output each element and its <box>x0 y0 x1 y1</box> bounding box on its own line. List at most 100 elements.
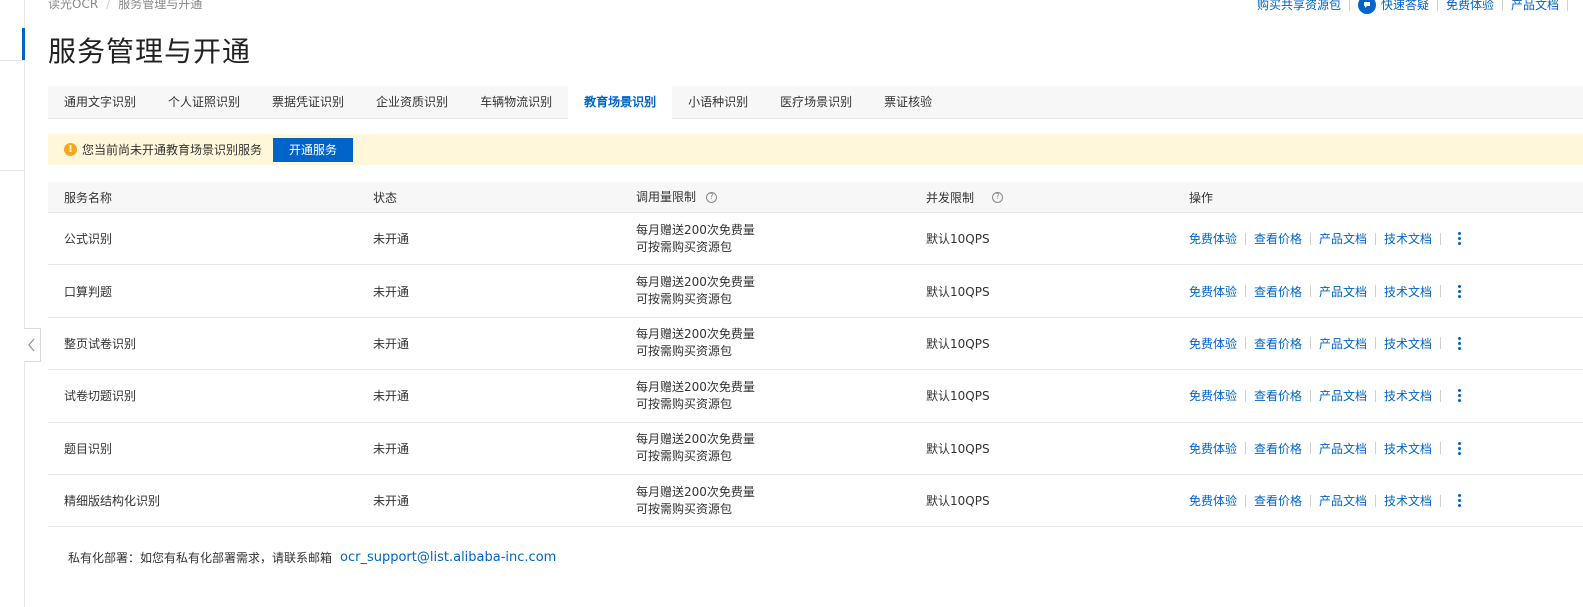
service-name: 口算判题 <box>64 284 113 299</box>
product-docs-link[interactable]: 产品文档 <box>1319 230 1367 247</box>
quick-qa-link[interactable]: 快速答疑 <box>1357 0 1429 14</box>
op-divider <box>1310 337 1312 350</box>
tab-verification[interactable]: 票证核验 <box>868 86 948 119</box>
tab-medical[interactable]: 医疗场景识别 <box>764 86 868 119</box>
free-trial-link[interactable]: 免费体验 <box>1189 283 1237 300</box>
op-divider <box>1440 494 1442 507</box>
op-divider <box>1375 285 1377 298</box>
open-service-button[interactable]: 开通服务 <box>273 137 354 162</box>
op-divider <box>1440 337 1442 350</box>
product-docs-link[interactable]: 产品文档 <box>1319 492 1367 509</box>
more-vertical-icon[interactable] <box>1456 492 1463 509</box>
operations-cell: 免费体验 查看价格 产品文档 技术文档 <box>1189 440 1463 457</box>
more-vertical-icon[interactable] <box>1456 440 1463 457</box>
sidebar-active-indicator <box>22 28 25 60</box>
free-trial-link[interactable]: 免费体验 <box>1189 387 1237 404</box>
product-docs-link[interactable]: 产品文档 <box>1319 335 1367 352</box>
free-trial-link[interactable]: 免费体验 <box>1189 492 1237 509</box>
service-status: 未开通 <box>373 494 410 509</box>
tech-docs-link[interactable]: 技术文档 <box>1384 440 1432 457</box>
quota-cell: 每月赠送200次免费量 可按需购买资源包 <box>636 484 755 518</box>
op-divider <box>1245 494 1247 507</box>
op-divider <box>1375 389 1377 402</box>
service-name: 精细版结构化识别 <box>64 494 161 509</box>
service-status: 未开通 <box>373 389 410 404</box>
free-trial-link[interactable]: 免费体验 <box>1189 440 1237 457</box>
concurrency-limit: 默认10QPS <box>926 232 990 247</box>
concurrency-limit: 默认10QPS <box>926 284 990 299</box>
tab-minor-language[interactable]: 小语种识别 <box>672 86 764 119</box>
sidebar-expand-button[interactable] <box>24 328 41 362</box>
header-quota: 调用量限制 ? <box>636 189 718 206</box>
op-divider <box>1440 232 1442 245</box>
op-divider <box>1245 389 1247 402</box>
service-status: 未开通 <box>373 441 410 456</box>
footer-text: 私有化部署：如您有私有化部署需求，请联系邮箱 <box>68 551 333 565</box>
view-price-link[interactable]: 查看价格 <box>1254 335 1302 352</box>
view-price-link[interactable]: 查看价格 <box>1254 283 1302 300</box>
tab-enterprise[interactable]: 企业资质识别 <box>360 86 464 119</box>
product-docs-link[interactable]: 产品文档 <box>1511 0 1559 13</box>
concurrency-limit: 默认10QPS <box>926 441 990 456</box>
tech-docs-link[interactable]: 技术文档 <box>1384 387 1432 404</box>
op-divider <box>1375 494 1377 507</box>
left-sidebar-collapsed <box>0 0 25 607</box>
concurrency-limit: 默认10QPS <box>926 494 990 509</box>
quota-line-2: 可按需购买资源包 <box>636 449 733 464</box>
header-ops: 操作 <box>1189 190 1214 205</box>
product-docs-link[interactable]: 产品文档 <box>1319 440 1367 457</box>
tech-docs-link[interactable]: 技术文档 <box>1384 492 1432 509</box>
more-vertical-icon[interactable] <box>1456 387 1463 404</box>
more-vertical-icon[interactable] <box>1456 335 1463 352</box>
view-price-link[interactable]: 查看价格 <box>1254 440 1302 457</box>
service-name: 题目识别 <box>64 441 113 456</box>
operations-cell: 免费体验 查看价格 产品文档 技术文档 <box>1189 387 1463 404</box>
quota-cell: 每月赠送200次免费量 可按需购买资源包 <box>636 274 755 308</box>
header-concurrency-label: 并发限制 <box>926 190 975 205</box>
op-divider <box>1440 285 1442 298</box>
op-divider <box>1245 337 1247 350</box>
tab-personal-id[interactable]: 个人证照识别 <box>152 86 256 119</box>
link-divider <box>1567 0 1568 11</box>
link-divider <box>1436 0 1438 11</box>
tech-docs-link[interactable]: 技术文档 <box>1384 230 1432 247</box>
header-quota-label: 调用量限制 <box>636 189 697 204</box>
tech-docs-link[interactable]: 技术文档 <box>1384 335 1432 352</box>
op-divider <box>1375 232 1377 245</box>
quota-line-1: 每月赠送200次免费量 <box>636 379 755 394</box>
support-email-link[interactable]: ocr_support@list.alibaba-inc.com <box>340 550 556 565</box>
sidebar-divider <box>0 170 24 171</box>
tech-docs-link[interactable]: 技术文档 <box>1384 283 1432 300</box>
table-row: 整页试卷识别 未开通 每月赠送200次免费量 可按需购买资源包 默认10QPS 免费体验查… <box>48 318 1583 371</box>
table-row: 公式识别 未开通 每月赠送200次免费量 可按需购买资源包 默认10QPS 免费体验 查看价… <box>48 213 1583 266</box>
table-row: 精细版结构化识别 未开通 每月赠送200次免费量 可按需购买资源包 默认10QPS 免费体… <box>48 475 1583 528</box>
tab-general-text[interactable]: 通用文字识别 <box>48 86 152 119</box>
quota-line-1: 每月赠送200次免费量 <box>636 327 755 342</box>
free-trial-link[interactable]: 免费体验 <box>1189 230 1237 247</box>
quota-cell: 每月赠送200次免费量 可按需购买资源包 <box>636 379 755 413</box>
service-name: 公式识别 <box>64 232 113 247</box>
view-price-link[interactable]: 查看价格 <box>1254 230 1302 247</box>
help-icon[interactable]: ? <box>992 191 1004 203</box>
service-status: 未开通 <box>373 232 410 247</box>
product-docs-link[interactable]: 产品文档 <box>1319 283 1367 300</box>
op-divider <box>1245 285 1247 298</box>
more-vertical-icon[interactable] <box>1456 283 1463 300</box>
chat-bubble-icon <box>1357 0 1376 14</box>
tab-vehicle[interactable]: 车辆物流识别 <box>464 86 568 119</box>
view-price-link[interactable]: 查看价格 <box>1254 492 1302 509</box>
view-price-link[interactable]: 查看价格 <box>1254 387 1302 404</box>
quota-line-2: 可按需购买资源包 <box>636 396 733 411</box>
breadcrumb-item-ocr[interactable]: 读光OCR <box>48 0 98 12</box>
op-divider <box>1310 285 1312 298</box>
help-icon[interactable]: ? <box>706 191 718 203</box>
more-vertical-icon[interactable] <box>1456 230 1463 247</box>
product-docs-link[interactable]: 产品文档 <box>1319 387 1367 404</box>
category-tabs: 通用文字识别 个人证照识别 票据凭证识别 企业资质识别 车辆物流识别 教育场景识… <box>48 85 1583 119</box>
free-trial-link[interactable]: 免费体验 <box>1446 0 1494 13</box>
buy-pack-link[interactable]: 购买共享资源包 <box>1257 0 1341 13</box>
free-trial-link[interactable]: 免费体验 <box>1189 335 1237 352</box>
tab-education[interactable]: 教育场景识别 <box>568 85 673 119</box>
tab-receipts[interactable]: 票据凭证识别 <box>256 86 360 119</box>
op-divider <box>1245 232 1247 245</box>
